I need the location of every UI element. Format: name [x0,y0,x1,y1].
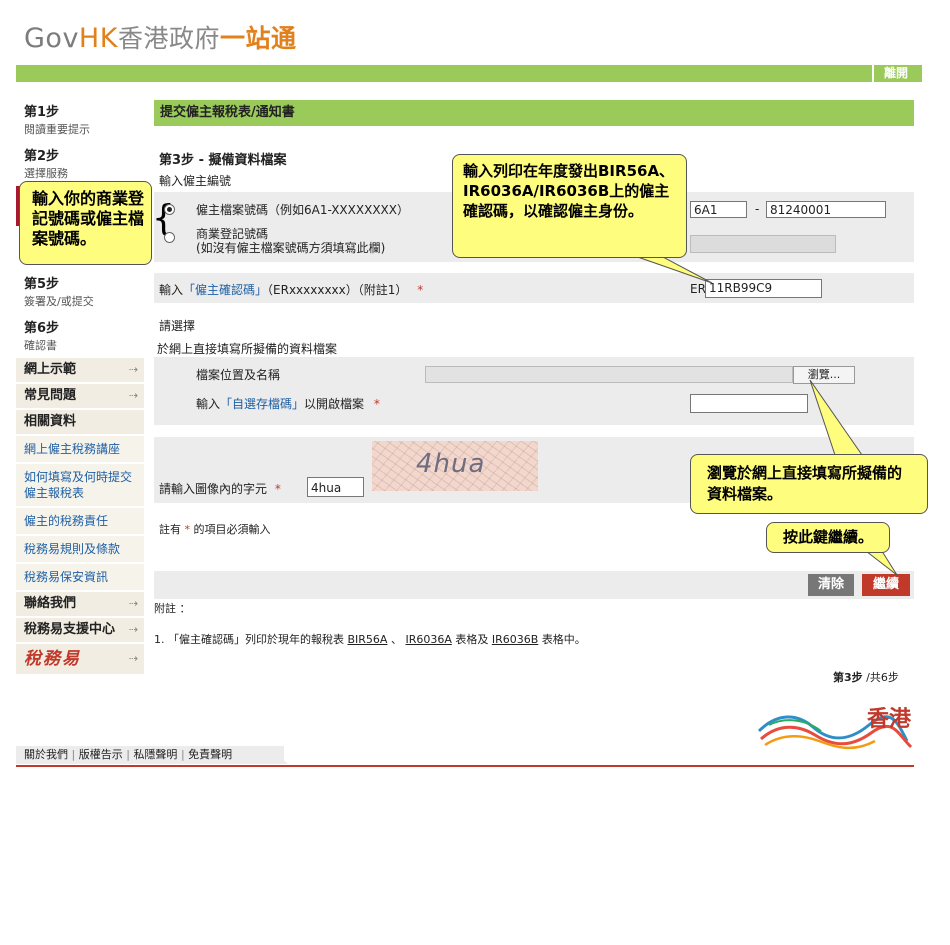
callout-employer-no: 輸入你的商業登記號碼或僱主檔案號碼。 [19,181,152,265]
callout-continue: 按此鍵繼續。 [766,522,890,553]
callout-er-code: 輸入列印在年度發出BIR56A、IR6036A/IR6036B上的僱主確認碼，以… [452,154,687,258]
callout-browse: 瀏覽於網上直接填寫所擬備的資料檔案。 [690,454,928,514]
